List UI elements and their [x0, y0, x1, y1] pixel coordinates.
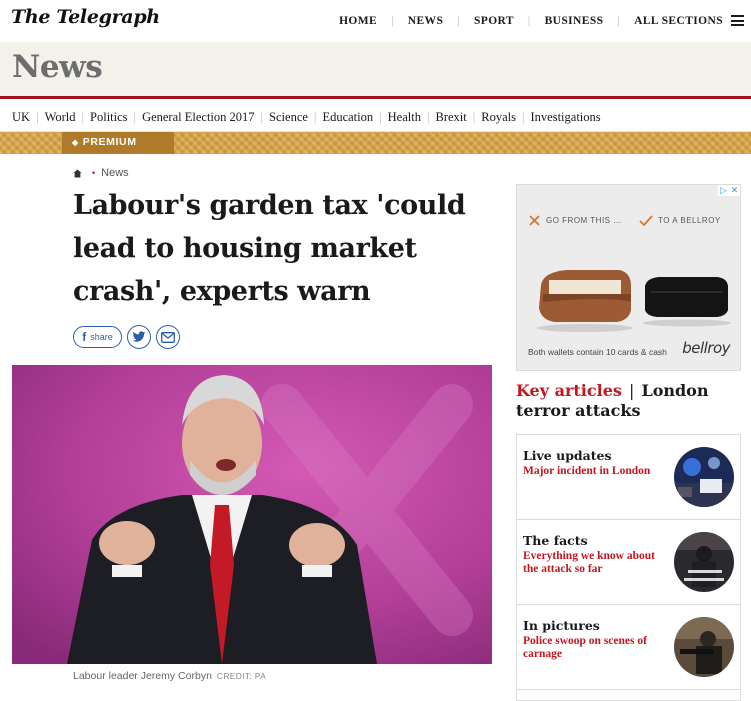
subnav-separator: |	[313, 110, 317, 124]
subnav-science[interactable]: Science	[269, 110, 308, 125]
advertisement[interactable]: ▷ ✕ GO FROM THIS ... TO A BELLROY Both w…	[516, 184, 741, 371]
nav-all-sections[interactable]: ALL SECTIONS	[634, 15, 723, 27]
ad-footer-text: Both wallets contain 10 cards & cash	[528, 347, 667, 357]
facebook-share-button[interactable]: f share	[73, 326, 122, 348]
subnav-separator: |	[426, 110, 430, 124]
image-credit: CREDIT: PA	[216, 671, 267, 681]
subnav-separator: |	[472, 110, 476, 124]
bellroy-logo: bellroy	[682, 339, 730, 357]
armed-police-photo	[674, 532, 734, 592]
telegraph-logo[interactable]: The Telegraph	[11, 6, 160, 28]
check-icon	[639, 215, 653, 226]
key-article-card[interactable]: The facts Everything we know about the a…	[517, 520, 740, 605]
adchoices-icon[interactable]: ▷	[718, 185, 729, 196]
home-icon[interactable]	[73, 168, 82, 178]
subnav-separator: |	[379, 110, 382, 124]
article-hero-image[interactable]	[12, 365, 492, 664]
premium-label[interactable]: ◆ PREMIUM	[72, 136, 137, 148]
share-buttons: f share	[73, 325, 180, 349]
nav-separator: |	[391, 15, 394, 27]
nav-sport[interactable]: SPORT	[474, 15, 514, 27]
nav-home[interactable]: HOME	[339, 15, 377, 27]
email-icon	[161, 331, 175, 343]
breadcrumb-news[interactable]: News	[101, 167, 129, 179]
subnav-investigations[interactable]: Investigations	[531, 110, 601, 125]
share-label: share	[90, 332, 113, 342]
sub-navigation: UK | World | Politics | General Election…	[12, 110, 601, 125]
premium-text: PREMIUM	[82, 136, 137, 148]
section-title[interactable]: News	[12, 49, 103, 85]
diamond-icon: ◆	[72, 138, 79, 147]
key-article-card[interactable]: In pictures Police swoop on scenes of ca…	[517, 605, 740, 690]
subnav-separator: |	[81, 110, 85, 124]
nav-separator: |	[527, 15, 531, 27]
subnav-uk[interactable]: UK	[12, 110, 30, 125]
card-thumbnail[interactable]	[674, 532, 734, 592]
nav-business[interactable]: BUSINESS	[545, 15, 604, 27]
subnav-royals[interactable]: Royals	[481, 110, 516, 125]
ad-from-text: GO FROM THIS ...	[546, 216, 622, 225]
subnav-politics[interactable]: Politics	[90, 110, 128, 125]
card-thumbnail[interactable]	[674, 447, 734, 507]
subnav-separator: |	[133, 110, 137, 124]
premium-banner: ◆ PREMIUM	[0, 132, 751, 154]
key-articles-list: Live updates Major incident in London Th…	[516, 434, 741, 701]
breadcrumb: • News	[73, 167, 129, 179]
ad-close-icon[interactable]: ✕	[729, 185, 740, 196]
wallets-image	[537, 270, 731, 332]
menu-icon[interactable]	[731, 15, 744, 26]
subnav-health[interactable]: Health	[388, 110, 421, 125]
card-title[interactable]: The facts	[523, 533, 588, 548]
card-subtitle[interactable]: Police swoop on scenes of carnage	[523, 635, 663, 661]
key-articles-heading: Key articles | London terror attacks	[516, 381, 746, 420]
ad-from-label: GO FROM THIS ...	[529, 215, 621, 226]
subnav-world[interactable]: World	[45, 110, 76, 125]
image-caption: Labour leader Jeremy Corbyn CREDIT: PA	[73, 670, 266, 682]
ad-choices[interactable]: ▷ ✕	[718, 185, 740, 196]
subnav-separator: |	[521, 110, 525, 124]
facebook-icon: f	[82, 330, 87, 344]
card-title[interactable]: Live updates	[523, 448, 612, 463]
nav-separator: |	[617, 15, 621, 27]
section-rule	[0, 96, 751, 99]
police-lights-photo	[674, 447, 734, 507]
subnav-education[interactable]: Education	[322, 110, 373, 125]
nav-news[interactable]: NEWS	[408, 15, 443, 27]
breadcrumb-separator-icon: •	[92, 168, 96, 178]
caption-text: Labour leader Jeremy Corbyn	[73, 670, 212, 682]
subnav-brexit[interactable]: Brexit	[435, 110, 466, 125]
card-thumbnail[interactable]	[674, 617, 734, 677]
cross-icon	[529, 215, 540, 226]
top-navigation: HOME | NEWS | SPORT | BUSINESS | ALL SEC…	[339, 15, 723, 27]
article-headline: Labour's garden tax 'could lead to housi…	[73, 190, 466, 307]
key-articles-label: Key articles	[516, 381, 622, 400]
email-share-button[interactable]	[156, 325, 180, 349]
subnav-separator: |	[260, 110, 264, 124]
ad-to-label: TO A BELLROY	[639, 215, 721, 226]
subnav-separator: |	[36, 110, 39, 124]
card-subtitle[interactable]: Everything we know about the attack so f…	[523, 550, 663, 576]
section-header: News	[0, 42, 751, 96]
top-bar: The Telegraph HOME | NEWS | SPORT | BUSI…	[0, 0, 751, 42]
card-title[interactable]: In pictures	[523, 618, 600, 633]
twitter-share-button[interactable]	[127, 325, 151, 349]
jeremy-corbyn-photo	[12, 365, 492, 664]
nav-separator: |	[457, 15, 460, 27]
police-officer-photo	[674, 617, 734, 677]
key-articles-separator: |	[623, 381, 640, 400]
ad-to-text: TO A BELLROY	[658, 216, 721, 225]
twitter-icon	[132, 331, 146, 342]
subnav-general-election[interactable]: General Election 2017	[142, 110, 254, 125]
card-subtitle[interactable]: Major incident in London	[523, 465, 663, 478]
key-article-card[interactable]: Live updates Major incident in London	[517, 435, 740, 520]
